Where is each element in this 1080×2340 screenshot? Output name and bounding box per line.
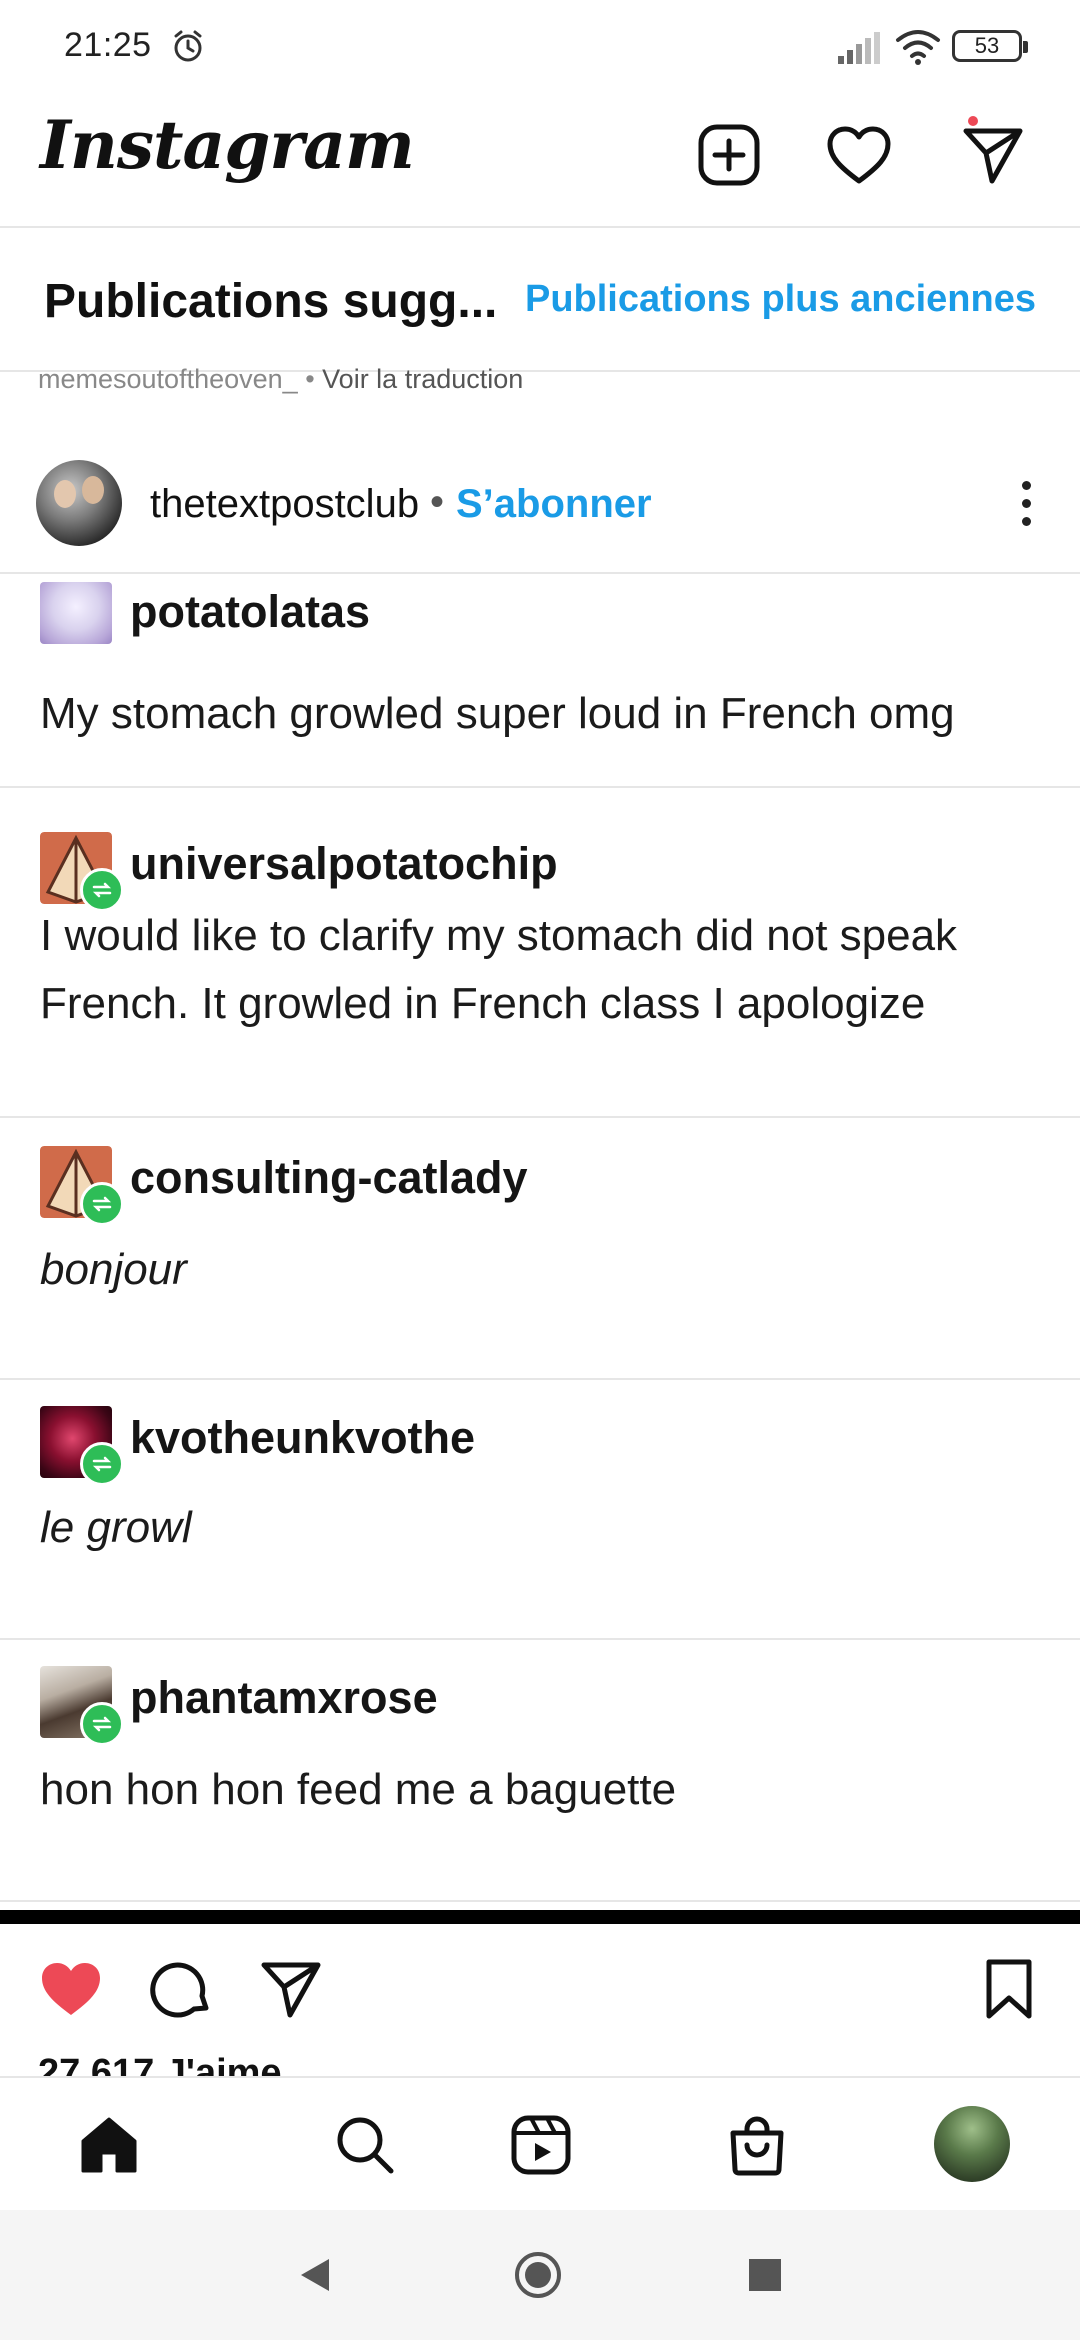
- thread-username: kvotheunkvothe: [130, 1412, 476, 1463]
- plus-square-icon: [698, 124, 760, 186]
- save-button[interactable]: [974, 1954, 1044, 2024]
- more-dot: [1021, 480, 1031, 490]
- caption-separator: •: [305, 364, 315, 394]
- alarm-icon: [174, 30, 202, 62]
- thread-username: universalpotatochip: [130, 838, 558, 889]
- thread-entry: potatolatas My stomach growled super lou…: [0, 574, 1080, 788]
- avatar[interactable]: [36, 460, 122, 546]
- instagram-logo[interactable]: Instagram: [40, 106, 415, 184]
- nav-home[interactable]: [72, 2108, 146, 2182]
- thread-text: hon hon hon feed me a baguette: [40, 1765, 677, 1814]
- reblog-icon: [80, 1442, 124, 1486]
- status-bar: 21:25 53: [0, 0, 1080, 90]
- bottom-nav: [0, 2076, 1080, 2210]
- recents-square-icon: [749, 2259, 781, 2291]
- thread-entry: universalpotatochip I would like to clar…: [0, 788, 1080, 1118]
- thread-entry: phantamxrose hon hon hon feed me a bague…: [0, 1640, 1080, 1902]
- activity-button[interactable]: [820, 116, 898, 194]
- app-header: Instagram: [0, 90, 1080, 228]
- follow-button[interactable]: S’abonner: [456, 482, 652, 527]
- feed-tabs: Publications sugg... Publications plus a…: [0, 230, 1080, 372]
- reels-icon: [511, 2115, 571, 2175]
- shop-icon: [730, 2116, 784, 2176]
- tab-suggested-posts[interactable]: Publications sugg...: [44, 274, 497, 329]
- thread-entry: kvotheunkvothe le growl: [0, 1380, 1080, 1640]
- user-avatar: [40, 582, 112, 644]
- heart-filled-icon: [42, 1963, 100, 2015]
- reblog-icon: [80, 1702, 124, 1746]
- post-image-border: [0, 1910, 1080, 1924]
- post-header: thetextpostclub • S’abonner: [0, 440, 1080, 574]
- reblog-icon: [80, 1182, 124, 1226]
- more-dot: [1021, 498, 1031, 508]
- see-translation-link[interactable]: Voir la traduction: [322, 364, 523, 394]
- bookmark-icon: [986, 1959, 1032, 2019]
- back-triangle-icon: [301, 2259, 329, 2291]
- comment-icon: [150, 1962, 209, 2018]
- notification-dot: [968, 116, 978, 126]
- signal-icon: [838, 32, 880, 64]
- send-icon: [261, 1962, 321, 2018]
- thread-text: I would like to clarify my stomach did n…: [40, 911, 958, 1028]
- thread-username: consulting-catlady: [130, 1152, 528, 1203]
- comment-button[interactable]: [146, 1954, 216, 2024]
- direct-messages-button[interactable]: [954, 116, 1032, 194]
- more-options-button[interactable]: [996, 470, 1056, 536]
- battery-indicator: 53: [952, 30, 1028, 62]
- status-time: 21:25: [64, 26, 152, 64]
- nav-reels[interactable]: [504, 2108, 578, 2182]
- nav-profile-avatar[interactable]: [934, 2106, 1010, 2182]
- nav-search[interactable]: [328, 2108, 402, 2182]
- thread-text: My stomach growled super loud in French …: [40, 689, 955, 738]
- thread-text: le growl: [40, 1503, 192, 1552]
- post-actions: [0, 1924, 1080, 2036]
- new-post-button[interactable]: [690, 116, 768, 194]
- home-icon: [81, 2117, 137, 2173]
- thread-username: potatolatas: [130, 586, 371, 637]
- system-back-button[interactable]: [290, 2250, 340, 2300]
- post-username[interactable]: thetextpostclub: [150, 482, 419, 527]
- send-icon: [963, 128, 1023, 184]
- post-image[interactable]: potatolatas My stomach growled super lou…: [0, 574, 1080, 1912]
- thread-username: phantamxrose: [130, 1672, 438, 1723]
- more-dot: [1021, 516, 1031, 526]
- share-button[interactable]: [256, 1954, 326, 2024]
- caption-username[interactable]: memesoutoftheoven_: [38, 364, 298, 394]
- thread-entry: consulting-catlady bonjour: [0, 1118, 1080, 1380]
- system-recents-button[interactable]: [740, 2250, 790, 2300]
- search-icon: [337, 2117, 394, 2174]
- thread-text: bonjour: [40, 1245, 187, 1294]
- like-button[interactable]: [36, 1954, 106, 2024]
- tab-older-posts[interactable]: Publications plus anciennes: [525, 278, 1036, 321]
- likes-count[interactable]: 27 617 J'aime: [38, 2052, 282, 2076]
- wifi-icon: [896, 30, 940, 65]
- system-home-button[interactable]: [513, 2250, 563, 2300]
- system-navigation-bar: [0, 2210, 1080, 2340]
- home-circle-icon: [515, 2252, 561, 2298]
- header-separator: •: [430, 480, 445, 524]
- heart-icon: [827, 126, 891, 184]
- nav-shop[interactable]: [720, 2108, 794, 2182]
- previous-post-caption: memesoutoftheoven_ • Voir la traduction: [38, 364, 523, 395]
